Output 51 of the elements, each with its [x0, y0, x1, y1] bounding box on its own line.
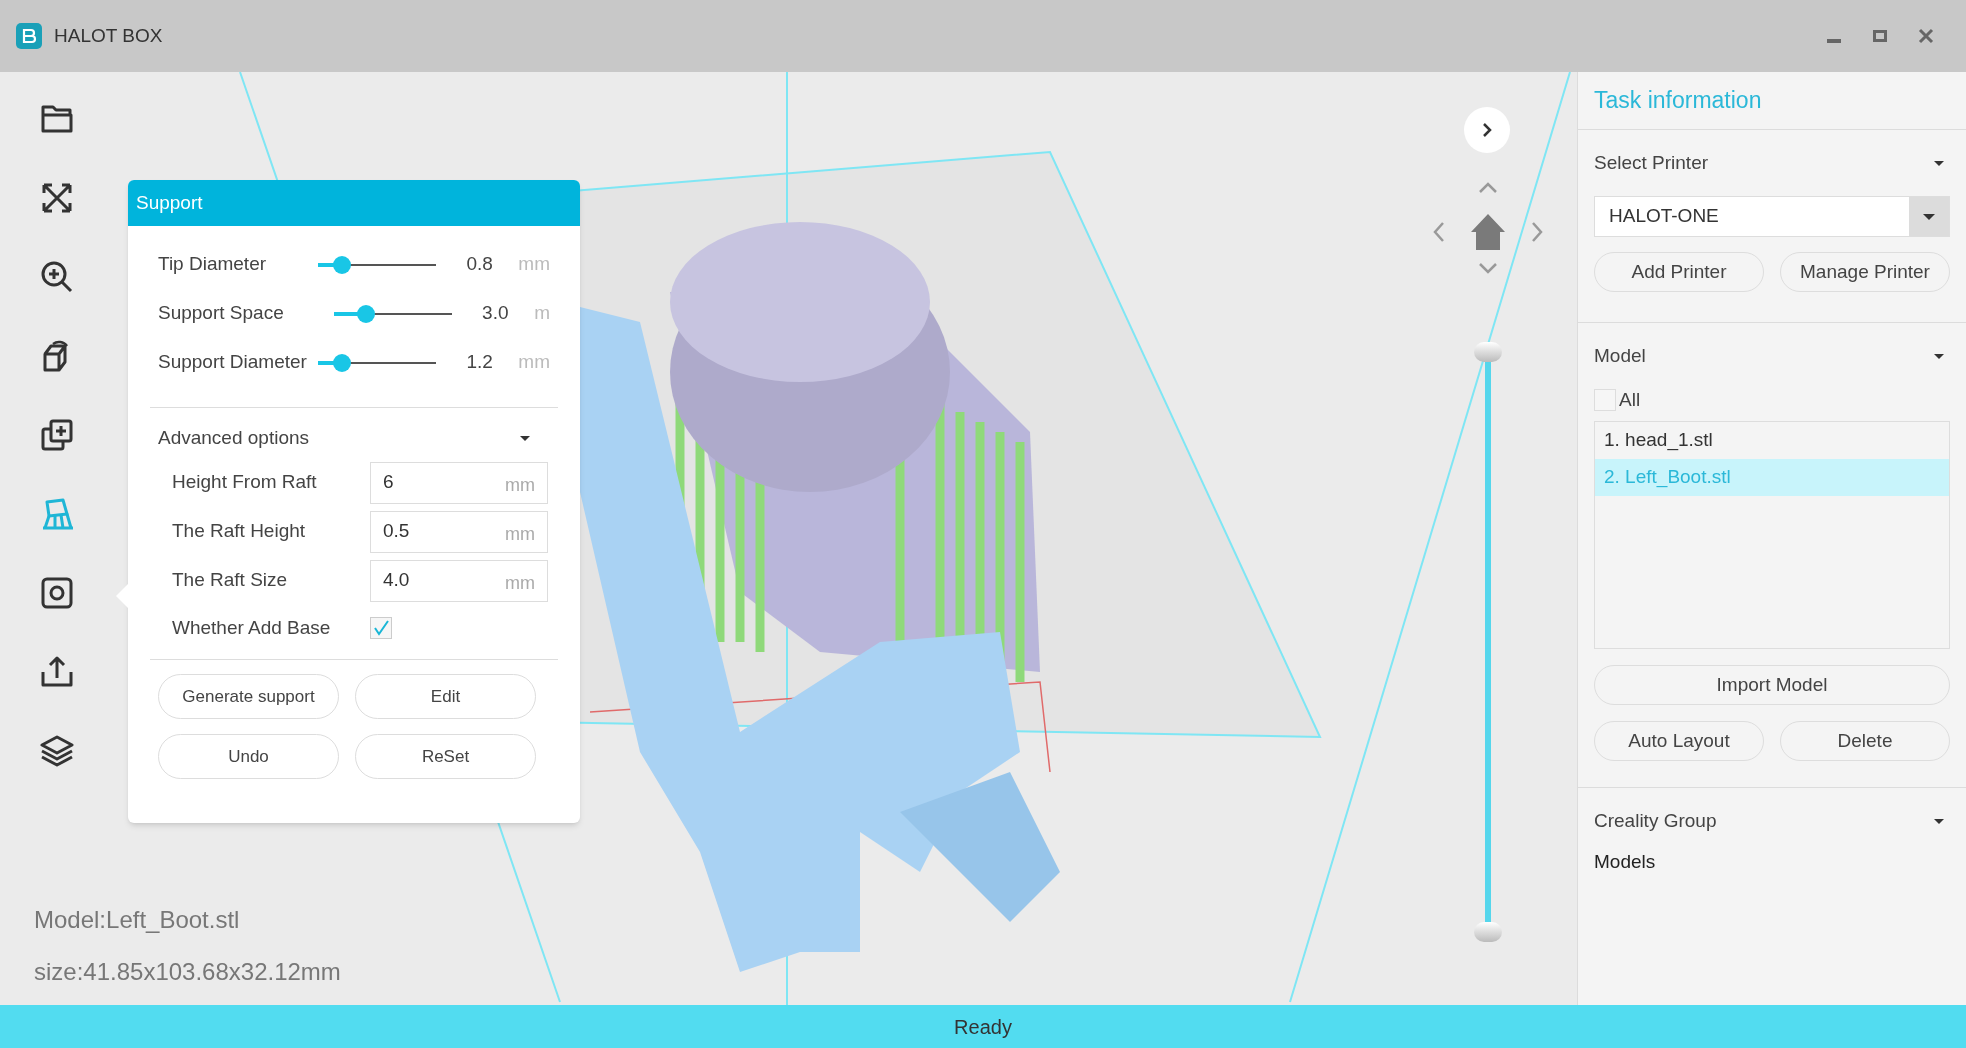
- chevron-right-icon: [1531, 221, 1543, 243]
- section-heading: Model: [1594, 343, 1646, 368]
- slider-label: Support Space: [158, 301, 285, 326]
- unit-label: mm: [518, 350, 550, 375]
- panel-button[interactable]: Edit: [355, 674, 536, 719]
- caret-icon: [1923, 213, 1935, 220]
- section-label: Advanced options: [158, 425, 310, 450]
- input-field[interactable]: 6 mm: [370, 461, 548, 504]
- panel-button[interactable]: Undo: [158, 734, 339, 779]
- layer-range-slider[interactable]: [1474, 342, 1502, 942]
- slider-value: 0.8: [466, 252, 494, 277]
- caret-icon[interactable]: [1934, 160, 1944, 166]
- slider-label: Support Diameter: [158, 350, 308, 375]
- minimize-icon: [1827, 39, 1841, 43]
- unit-label: m: [534, 301, 550, 326]
- slider-label: Tip Diameter: [158, 252, 268, 277]
- window-title: HALOT BOX: [54, 23, 163, 48]
- field-label: The Raft Size: [172, 568, 289, 593]
- slider-value: 3.0: [482, 301, 510, 326]
- app-logo-icon: [16, 23, 42, 49]
- chevron-left-icon: [1433, 221, 1445, 243]
- model-info-text: size:41.85x103.68x32.12mm: [34, 957, 341, 987]
- close-icon: [1918, 28, 1934, 44]
- checkbox-label: Whether Add Base: [172, 615, 332, 640]
- chevron-up-icon: [1478, 182, 1498, 194]
- checkbox-label: All: [1619, 387, 1641, 412]
- field-label: Height From Raft: [172, 470, 318, 495]
- field-label: The Raft Height: [172, 519, 307, 544]
- checkbox[interactable]: [370, 617, 392, 639]
- panel-title: Support: [136, 190, 203, 215]
- maximize-icon: [1873, 30, 1887, 42]
- caret-icon[interactable]: [1934, 818, 1944, 824]
- caret-icon[interactable]: [1934, 353, 1944, 359]
- caret-icon[interactable]: [520, 435, 530, 441]
- home-icon: [1469, 212, 1507, 252]
- section-heading: Select Printer: [1594, 150, 1709, 175]
- chevron-down-icon: [1478, 262, 1498, 274]
- group-label: Models: [1594, 850, 1657, 874]
- model-info-text: Model:Left_Boot.stl: [34, 905, 241, 935]
- input-field[interactable]: 4.0 mm: [370, 559, 548, 602]
- checkbox[interactable]: [1594, 389, 1616, 411]
- input-field[interactable]: 0.5 mm: [370, 510, 548, 553]
- section-heading: Creality Group: [1594, 808, 1717, 833]
- panel-title: Task information: [1594, 86, 1762, 116]
- printer-dropdown[interactable]: HALOT-ONE: [1594, 196, 1950, 237]
- model-list-item[interactable]: 1. head_1.stl: [1595, 422, 1949, 459]
- slider-value: 1.2: [466, 350, 494, 375]
- status-text: Ready: [954, 1014, 1012, 1040]
- panel-button[interactable]: ReSet: [355, 734, 536, 779]
- unit-label: mm: [518, 252, 550, 277]
- panel-button[interactable]: Generate support: [158, 674, 339, 719]
